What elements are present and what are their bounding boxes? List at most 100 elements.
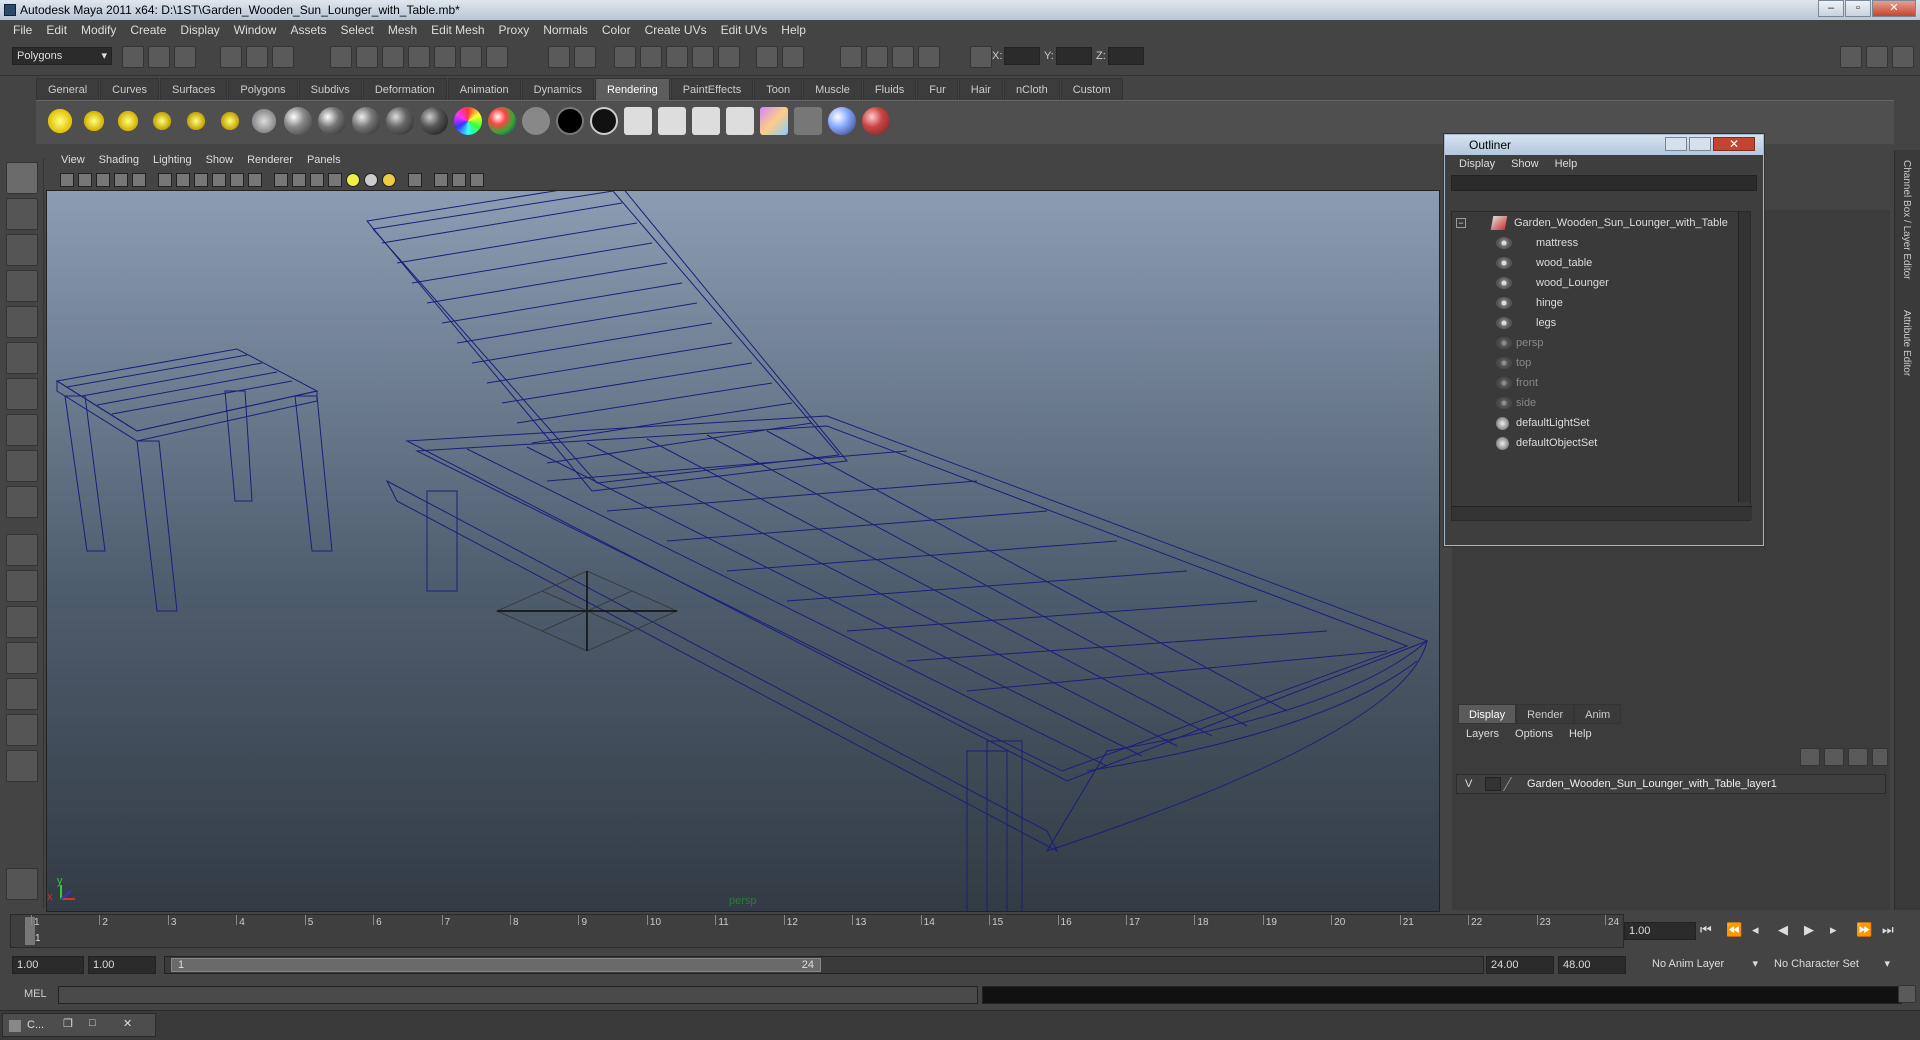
textured-icon[interactable]	[248, 173, 262, 187]
menu-mesh[interactable]: Mesh	[381, 20, 424, 40]
playback-start-field[interactable]: 1.00	[88, 956, 156, 974]
point-light-icon[interactable]	[114, 107, 142, 135]
outliner-close-button[interactable]: ✕	[1713, 137, 1755, 151]
menu-help[interactable]: Help	[774, 20, 813, 40]
close-icon[interactable]: ✕	[123, 1017, 132, 1030]
outliner-menu-help[interactable]: Help	[1547, 155, 1586, 173]
range-slider-handle[interactable]: 1 24	[171, 958, 821, 972]
open-scene-icon[interactable]	[148, 46, 170, 68]
soft-modification-icon[interactable]	[6, 414, 38, 446]
surface-shader-icon[interactable]	[522, 107, 550, 135]
hypershade-layout-icon[interactable]	[6, 678, 38, 710]
shelf-tab-subdivs[interactable]: Subdivs	[298, 78, 362, 100]
minimized-window[interactable]: C... ❐ □ ✕	[2, 1013, 156, 1037]
outliner-item-mattress[interactable]: mattress	[1496, 234, 1578, 252]
minimize-button[interactable]: –	[1818, 0, 1844, 17]
ipr-render-icon[interactable]	[574, 46, 596, 68]
move-layer-down-icon[interactable]	[1872, 748, 1888, 766]
viewport-menu-renderer[interactable]: Renderer	[240, 150, 300, 170]
layer-menu-layers[interactable]: Layers	[1458, 724, 1507, 744]
snap-point-icon[interactable]	[382, 46, 404, 68]
select-tool-icon[interactable]	[6, 162, 38, 194]
history-icon[interactable]	[460, 46, 482, 68]
shelf-tab-fur[interactable]: Fur	[917, 78, 958, 100]
outliner-vertical-scrollbar[interactable]	[1738, 212, 1750, 502]
shelf-tab-ncloth[interactable]: nCloth	[1003, 78, 1060, 100]
camera-icon[interactable]	[250, 107, 278, 135]
shelf-tab-muscle[interactable]: Muscle	[803, 78, 862, 100]
shelf-tab-dynamics[interactable]: Dynamics	[521, 78, 594, 100]
anisotropic-material-icon[interactable]	[420, 107, 448, 135]
collapse-toggle-icon[interactable]: −	[1456, 218, 1466, 228]
layer-menu-help[interactable]: Help	[1561, 724, 1600, 744]
render-frame-icon[interactable]	[548, 46, 570, 68]
layout-options-icon[interactable]	[6, 750, 38, 782]
menu-create-uvs[interactable]: Create UVs	[638, 20, 714, 40]
single-perspective-layout-icon[interactable]	[6, 534, 38, 566]
camera-select-icon[interactable]	[60, 173, 74, 187]
outliner-item-default-light-set[interactable]: defaultLightSet	[1496, 414, 1589, 432]
current-time-field[interactable]: 1.00	[1624, 922, 1696, 940]
outliner-item-hinge[interactable]: hinge	[1496, 294, 1563, 312]
menu-set-dropdown[interactable]: Polygons ▾	[12, 47, 112, 65]
help-icon[interactable]	[486, 46, 508, 68]
new-scene-icon[interactable]	[122, 46, 144, 68]
ramp-shader-icon[interactable]	[488, 107, 516, 135]
range-slider[interactable]: 1 24	[164, 956, 1484, 974]
layer-menu-options[interactable]: Options	[1507, 724, 1561, 744]
outliner-item-default-object-set[interactable]: defaultObjectSet	[1496, 434, 1597, 452]
menu-modify[interactable]: Modify	[74, 20, 123, 40]
outliner-item-wood-lounger[interactable]: wood_Lounger	[1496, 274, 1609, 292]
menu-edit-uvs[interactable]: Edit UVs	[714, 20, 775, 40]
ipr-icon[interactable]	[760, 107, 788, 135]
layer-tab-display[interactable]: Display	[1458, 704, 1517, 724]
shelf-tab-curves[interactable]: Curves	[100, 78, 159, 100]
persp-outliner-layout-icon[interactable]	[6, 606, 38, 638]
shelf-tab-polygons[interactable]: Polygons	[228, 78, 298, 100]
xray-icon[interactable]	[274, 173, 288, 187]
wireframe-icon[interactable]	[176, 173, 190, 187]
snap-plane-icon[interactable]	[408, 46, 430, 68]
shelf-tab-fluids[interactable]: Fluids	[862, 78, 917, 100]
blinn-material-icon[interactable]	[318, 107, 346, 135]
outliner-item-front[interactable]: front	[1496, 374, 1538, 392]
mel-command-icon[interactable]	[6, 868, 38, 900]
flat-lighting-icon[interactable]	[382, 173, 396, 187]
time-slider[interactable]: 1 1 2 3 4 5 6 7 8 9 10 11 12 13 14 15 16 17 18 19 20 21 22 23 2…	[10, 914, 1624, 948]
menu-edit[interactable]: Edit	[39, 20, 74, 40]
persp-graph-layout-icon[interactable]	[6, 642, 38, 674]
layered-shader-icon[interactable]	[454, 107, 482, 135]
script-editor-icon[interactable]	[1898, 985, 1916, 1003]
command-input[interactable]	[58, 986, 978, 1004]
shelf-tab-animation[interactable]: Animation	[447, 78, 521, 100]
menu-window[interactable]: Window	[227, 20, 284, 40]
menu-edit-mesh[interactable]: Edit Mesh	[424, 20, 491, 40]
go-to-start-button[interactable]: ⏮	[1700, 922, 1712, 938]
flat-shade-icon[interactable]	[212, 173, 226, 187]
channel-box-tab[interactable]: Channel Box / Layer Editor	[1901, 160, 1912, 280]
maximize-button[interactable]: ▫	[1845, 0, 1871, 17]
play-forward-button[interactable]: ▶	[1804, 922, 1814, 938]
animation-start-field[interactable]: 1.00	[12, 956, 84, 974]
outliner-item-legs[interactable]: legs	[1496, 314, 1556, 332]
rotate-tool-icon[interactable]	[6, 306, 38, 338]
phong-material-icon[interactable]	[352, 107, 380, 135]
viewport-menu-view[interactable]: View	[54, 150, 92, 170]
layer-tab-render[interactable]: Render	[1516, 704, 1575, 724]
xray-joints-icon[interactable]	[292, 173, 306, 187]
z-field[interactable]	[1108, 47, 1144, 65]
x-field[interactable]	[1004, 47, 1040, 65]
perspective-viewport[interactable]: x y persp	[46, 190, 1440, 912]
outliner-menu-display[interactable]: Display	[1451, 155, 1503, 173]
tool-settings-toggle-icon[interactable]	[1866, 46, 1888, 68]
shelf-tab-general[interactable]: General	[36, 78, 100, 100]
snap-curve-icon[interactable]	[356, 46, 378, 68]
select-object-icon[interactable]	[246, 46, 268, 68]
shading-map-icon[interactable]	[590, 107, 618, 135]
step-back-key-button[interactable]: ⏪	[1726, 922, 1742, 938]
camera-lock-icon[interactable]	[78, 173, 92, 187]
menu-proxy[interactable]: Proxy	[492, 20, 537, 40]
menu-select[interactable]: Select	[333, 20, 380, 40]
step-forward-frame-button[interactable]: ▸	[1830, 922, 1837, 938]
render-region-icon[interactable]	[794, 107, 822, 135]
